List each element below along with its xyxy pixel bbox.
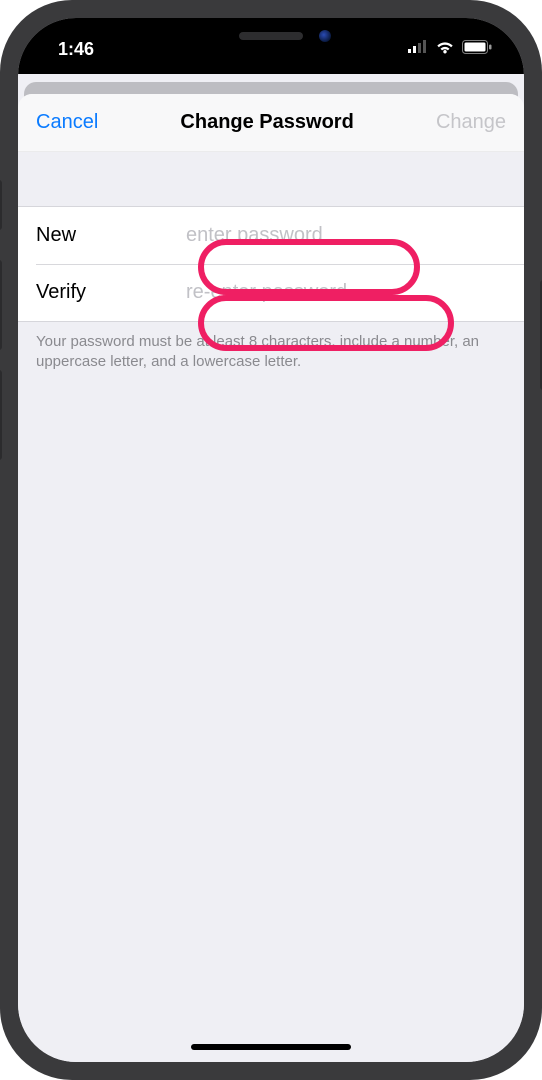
speaker-grille xyxy=(239,32,303,40)
verify-password-input[interactable] xyxy=(186,281,506,304)
volume-down-button xyxy=(0,370,2,460)
status-icons xyxy=(408,40,492,59)
battery-icon xyxy=(462,40,492,59)
front-camera xyxy=(319,30,331,42)
password-requirements-text: Your password must be at least 8 charact… xyxy=(18,322,524,373)
home-indicator[interactable] xyxy=(191,1044,351,1050)
wifi-icon xyxy=(435,40,455,59)
new-password-input[interactable] xyxy=(186,224,506,247)
page-title: Change Password xyxy=(180,111,353,134)
cellular-icon xyxy=(408,40,428,58)
nav-bar: Cancel Change Password Change xyxy=(18,94,524,152)
verify-password-label: Verify xyxy=(36,281,186,304)
cancel-button[interactable]: Cancel xyxy=(36,111,98,134)
screen: 1:46 Cancel Change Password Change xyxy=(18,18,524,1062)
new-password-row: New xyxy=(18,207,524,264)
change-button[interactable]: Change xyxy=(436,111,506,134)
modal-sheet: Cancel Change Password Change New Verify… xyxy=(18,94,524,1062)
password-form-group: New Verify xyxy=(18,206,524,322)
notch xyxy=(151,18,391,54)
new-password-label: New xyxy=(36,224,186,247)
verify-password-row: Verify xyxy=(18,264,524,321)
status-time: 1:46 xyxy=(58,39,94,60)
phone-frame: 1:46 Cancel Change Password Change xyxy=(0,0,542,1080)
